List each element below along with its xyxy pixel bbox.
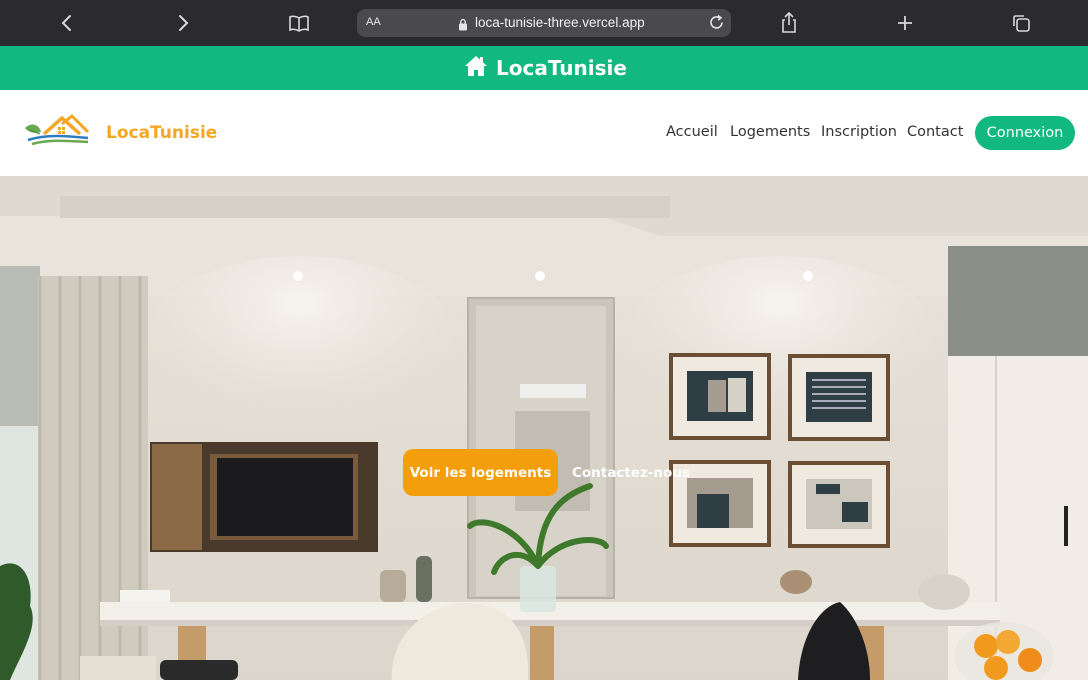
- contact-us-link[interactable]: Contactez-nous: [572, 465, 690, 481]
- add-tab-icon[interactable]: [892, 0, 918, 46]
- browser-toolbar: AA loca-tunisie-three.vercel.app: [0, 0, 1088, 46]
- lock-icon: [458, 16, 468, 35]
- hero-background-image: [0, 176, 1088, 680]
- brand-name[interactable]: LocaTunisie: [106, 123, 217, 143]
- login-button[interactable]: Connexion: [975, 116, 1075, 150]
- address-bar[interactable]: AA loca-tunisie-three.vercel.app: [357, 9, 731, 37]
- site-header: LocaTunisie Accueil Logements Inscriptio…: [0, 90, 1088, 176]
- tabs-icon[interactable]: [1008, 0, 1034, 46]
- nav-link-accueil[interactable]: Accueil: [666, 124, 718, 140]
- home-icon: [464, 55, 488, 81]
- forward-icon[interactable]: [170, 0, 196, 46]
- reader-mode-button[interactable]: AA: [366, 16, 381, 28]
- back-icon[interactable]: [54, 0, 80, 46]
- url-text: loca-tunisie-three.vercel.app: [475, 15, 645, 30]
- nav-link-logements[interactable]: Logements: [730, 124, 810, 140]
- view-listings-button[interactable]: Voir les logements: [403, 449, 558, 496]
- hero-section: [0, 176, 1088, 680]
- nav-link-inscription[interactable]: Inscription: [821, 124, 897, 140]
- share-icon[interactable]: [776, 0, 802, 46]
- reload-icon[interactable]: [708, 14, 725, 35]
- nav-link-contact[interactable]: Contact: [907, 124, 963, 140]
- bookmarks-icon[interactable]: [286, 0, 312, 46]
- app-title-bar: LocaTunisie: [0, 46, 1088, 90]
- brand-logo[interactable]: [22, 114, 94, 154]
- app-title: LocaTunisie: [496, 56, 627, 80]
